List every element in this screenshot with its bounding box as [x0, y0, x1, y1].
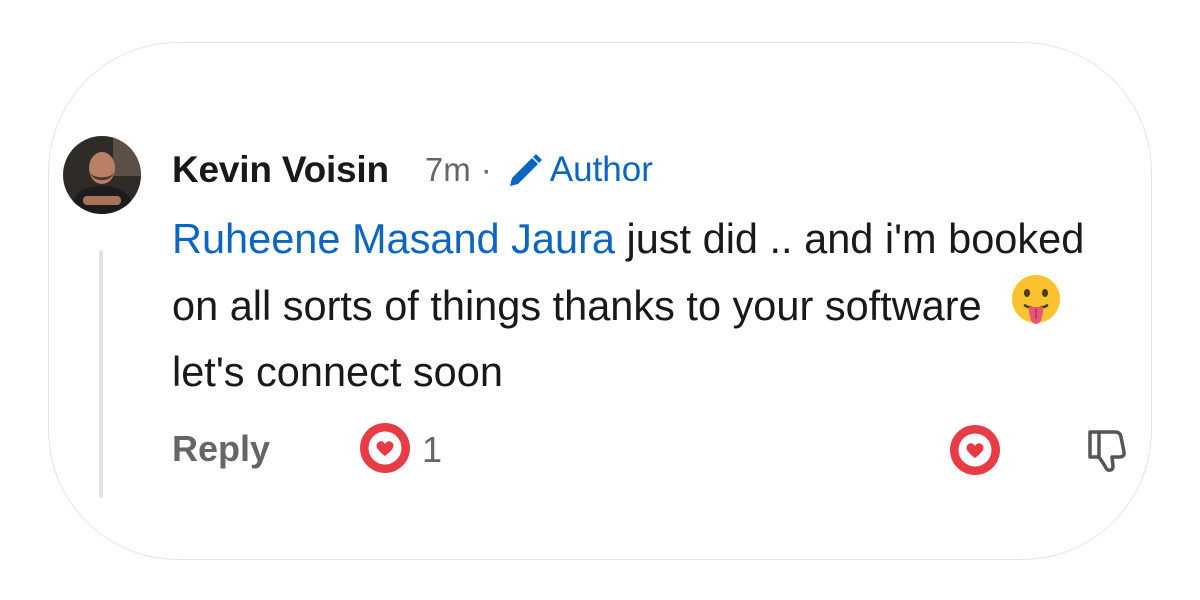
author-badge: Author: [549, 150, 653, 189]
comment-actions: Reply 1: [172, 420, 1132, 484]
separator-dot: ·: [480, 151, 492, 188]
thumbs-down-icon: [1082, 430, 1134, 480]
reply-button[interactable]: Reply: [172, 428, 270, 470]
mention-link[interactable]: Ruheene Masand Jaura: [172, 215, 615, 262]
timestamp: 7m: [424, 151, 471, 188]
comment-header: Kevin Voisin 7m · Author: [172, 146, 653, 194]
dislike-button[interactable]: [1082, 424, 1134, 476]
like-button[interactable]: [948, 423, 1002, 477]
face-with-tongue-emoji-icon: [1007, 272, 1065, 330]
reaction-count: 1: [422, 429, 443, 470]
comment-text: Ruheene Masand Jaura just did .. and i'm…: [172, 206, 1132, 405]
heart-reaction-icon: [358, 421, 412, 480]
thread-line: [99, 250, 103, 498]
heart-icon: [948, 425, 1002, 481]
comment-text-part-2: let's connect soon: [172, 348, 503, 395]
author-name[interactable]: Kevin Voisin: [172, 149, 389, 191]
reaction-summary[interactable]: 1: [358, 421, 443, 480]
pencil-icon: [502, 148, 546, 192]
avatar[interactable]: [63, 136, 141, 214]
